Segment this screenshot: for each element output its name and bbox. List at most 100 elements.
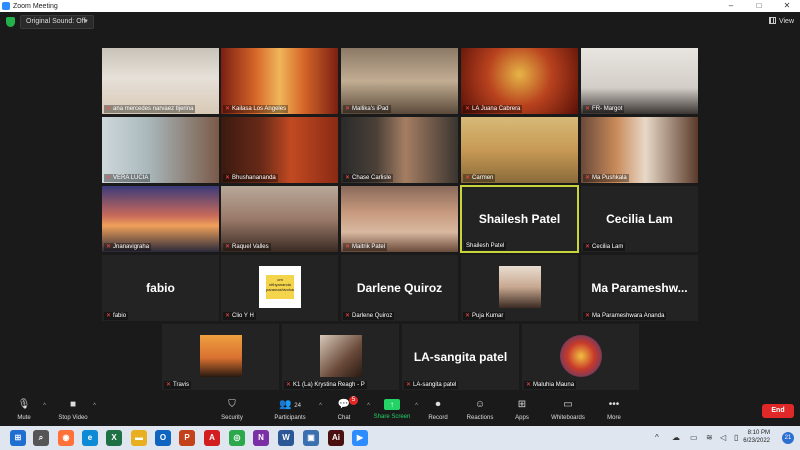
- participant-name: ✕ LA Juana Cabrera: [463, 105, 523, 113]
- participant-name: ✕ Jnanavigraha: [104, 243, 152, 251]
- original-sound-button[interactable]: Original Sound: Off ▼: [20, 15, 94, 29]
- profile-logo-text: om nithyananda paramashivoham: [266, 275, 294, 299]
- whiteboards-label: Whiteboards: [551, 415, 585, 421]
- search-icon[interactable]: ⌕: [33, 430, 49, 446]
- battery-icon[interactable]: ▭: [690, 433, 698, 443]
- participant-name: ✕ Maitrik Patel: [343, 243, 388, 251]
- participant-tile[interactable]: ✕ K1 (La) Krystina Reagh - P: [282, 324, 399, 390]
- speaker-icon[interactable]: ◁: [720, 433, 726, 443]
- maximize-icon[interactable]: □: [748, 0, 770, 12]
- participant-tile[interactable]: ✕ LA Juana Cabrera: [461, 48, 578, 114]
- participant-name: ✕ LA-sangita patel: [404, 381, 459, 389]
- edge-icon[interactable]: e: [82, 430, 98, 446]
- meeting-toolbar: 🎙 Mute ^ ■ Stop Video ^ ⛉ Security 👥 24 …: [0, 393, 800, 426]
- chevron-down-icon: ▼: [83, 19, 89, 25]
- stop-video-label: Stop Video: [58, 415, 88, 421]
- participant-name: ✕ Kailasa Los Angeles: [223, 105, 289, 113]
- chevron-up-icon[interactable]: ^: [43, 403, 46, 409]
- participant-tile[interactable]: ✕ Carmen: [461, 117, 578, 183]
- participant-name: ✕ FR- Margot: [583, 105, 625, 113]
- clock[interactable]: 8:10 PM 6/23/2022: [743, 429, 770, 445]
- more-label: More: [607, 415, 621, 421]
- end-meeting-button[interactable]: End: [762, 404, 794, 418]
- meeting-top-bar: Original Sound: Off ▼ View: [0, 12, 800, 32]
- muted-mic-icon: ✕: [585, 106, 591, 112]
- more-button[interactable]: ••• More: [586, 399, 642, 421]
- stop-video-button[interactable]: ■ Stop Video ^: [48, 399, 98, 421]
- zoom-icon[interactable]: ▶: [352, 430, 368, 446]
- file-explorer-icon[interactable]: ▬: [131, 430, 147, 446]
- participant-name: Shailesh Patel: [464, 242, 507, 250]
- mute-button[interactable]: 🎙 Mute ^: [0, 399, 48, 421]
- chevron-up-icon[interactable]: ^: [655, 433, 659, 443]
- participant-tile[interactable]: fabio ✕ fabio: [102, 255, 219, 321]
- participant-tile[interactable]: Cecilia Lam ✕ Cecilia Lam: [581, 186, 698, 252]
- word-icon[interactable]: W: [278, 430, 294, 446]
- acrobat-icon[interactable]: A: [204, 430, 220, 446]
- outlook-icon[interactable]: O: [155, 430, 171, 446]
- participant-tile[interactable]: Ma Parameshw... ✕ Ma Parameshwara Ananda: [581, 255, 698, 321]
- participant-tile[interactable]: ✕ Chase Carlisle: [341, 117, 458, 183]
- zoom-app-icon: [2, 2, 10, 10]
- participant-tile[interactable]: ✕ Kailasa Los Angeles: [221, 48, 338, 114]
- participant-tile[interactable]: ✕ FR- Margot: [581, 48, 698, 114]
- security-button[interactable]: ⛉ Security: [204, 399, 260, 421]
- view-button[interactable]: View: [768, 15, 794, 28]
- close-icon[interactable]: ✕: [776, 0, 798, 12]
- participant-tile[interactable]: ✕ Puja Kumar: [461, 255, 578, 321]
- muted-mic-icon: ✕: [225, 106, 231, 112]
- cloud-icon[interactable]: ☁: [672, 433, 680, 443]
- participant-tile[interactable]: ✕ Travis: [162, 324, 279, 390]
- shield-icon: ⛉: [228, 399, 236, 410]
- participant-name: ✕ Puja Kumar: [463, 312, 506, 320]
- active-speaker-tile[interactable]: Shailesh Patel Shailesh Patel: [460, 185, 579, 253]
- participant-tile[interactable]: ✕ Jnanavigraha: [102, 186, 219, 252]
- participant-tile[interactable]: ✕ Maitrik Patel: [341, 186, 458, 252]
- participant-tile[interactable]: ✕ VERA LUCIA: [102, 117, 219, 183]
- participant-name: ✕ Mallika's iPad: [343, 105, 391, 113]
- notification-badge[interactable]: 21: [782, 432, 794, 444]
- participant-name: ✕ ana mercedes narvaez tijerina: [104, 105, 196, 113]
- illustrator-icon[interactable]: Ai: [328, 430, 344, 446]
- profile-picture: [200, 335, 242, 377]
- onenote-icon[interactable]: N: [253, 430, 269, 446]
- windows-start-icon[interactable]: ⊞: [10, 430, 26, 446]
- muted-mic-icon: ✕: [465, 106, 471, 112]
- participant-name: ✕ fabio: [104, 312, 129, 320]
- participant-name: ✕ Raquel Valles: [223, 243, 271, 251]
- mute-label: Mute: [17, 415, 31, 421]
- minimize-icon[interactable]: –: [720, 0, 742, 12]
- profile-logo: om nithyananda paramashivoham: [259, 266, 301, 308]
- muted-mic-icon: ✕: [106, 106, 112, 112]
- participant-tile[interactable]: ✕ ana mercedes narvaez tijerina: [102, 48, 219, 114]
- excel-icon[interactable]: X: [106, 430, 122, 446]
- muted-mic-icon: ✕: [585, 244, 591, 250]
- participant-tile[interactable]: ✕ Ma Pushkala: [581, 117, 698, 183]
- view-label: View: [778, 18, 794, 25]
- participant-tile[interactable]: om nithyananda paramashivoham ✕ Clio Y H: [221, 255, 338, 321]
- participant-tile[interactable]: ✕ Bhushanananda: [221, 117, 338, 183]
- battery-level-icon[interactable]: ▯: [734, 433, 738, 443]
- muted-mic-icon: ✕: [585, 175, 591, 181]
- wifi-icon[interactable]: ≋: [706, 433, 713, 443]
- participants-button[interactable]: 👥 24 Participants ^: [262, 399, 322, 421]
- participant-name: ✕ Clio Y H: [223, 312, 256, 320]
- record-label: Record: [428, 415, 448, 421]
- participants-label: Participants: [274, 415, 306, 421]
- muted-mic-icon: ✕: [106, 313, 112, 319]
- chevron-up-icon[interactable]: ^: [93, 403, 96, 409]
- muted-mic-icon: ✕: [526, 382, 532, 388]
- muted-mic-icon: ✕: [345, 244, 351, 250]
- chrome-icon[interactable]: ◎: [229, 430, 245, 446]
- participant-tile[interactable]: LA-sangita patel ✕ LA-sangita patel: [402, 324, 519, 390]
- participant-tile[interactable]: ✕ Maluhia Mauna: [522, 324, 639, 390]
- profile-picture: [499, 266, 541, 308]
- participant-tile[interactable]: ✕ Mallika's iPad: [341, 48, 458, 114]
- participant-tile[interactable]: Darlene Quiroz ✕ Darlene Quiroz: [341, 255, 458, 321]
- app-misc-icon[interactable]: ▣: [303, 430, 319, 446]
- encryption-shield-icon[interactable]: [6, 17, 15, 27]
- participant-tile[interactable]: ✕ Raquel Valles: [221, 186, 338, 252]
- powerpoint-icon[interactable]: P: [179, 430, 195, 446]
- firefox-icon[interactable]: ◉: [58, 430, 74, 446]
- participant-name: ✕ Ma Parameshwara Ananda: [583, 312, 667, 320]
